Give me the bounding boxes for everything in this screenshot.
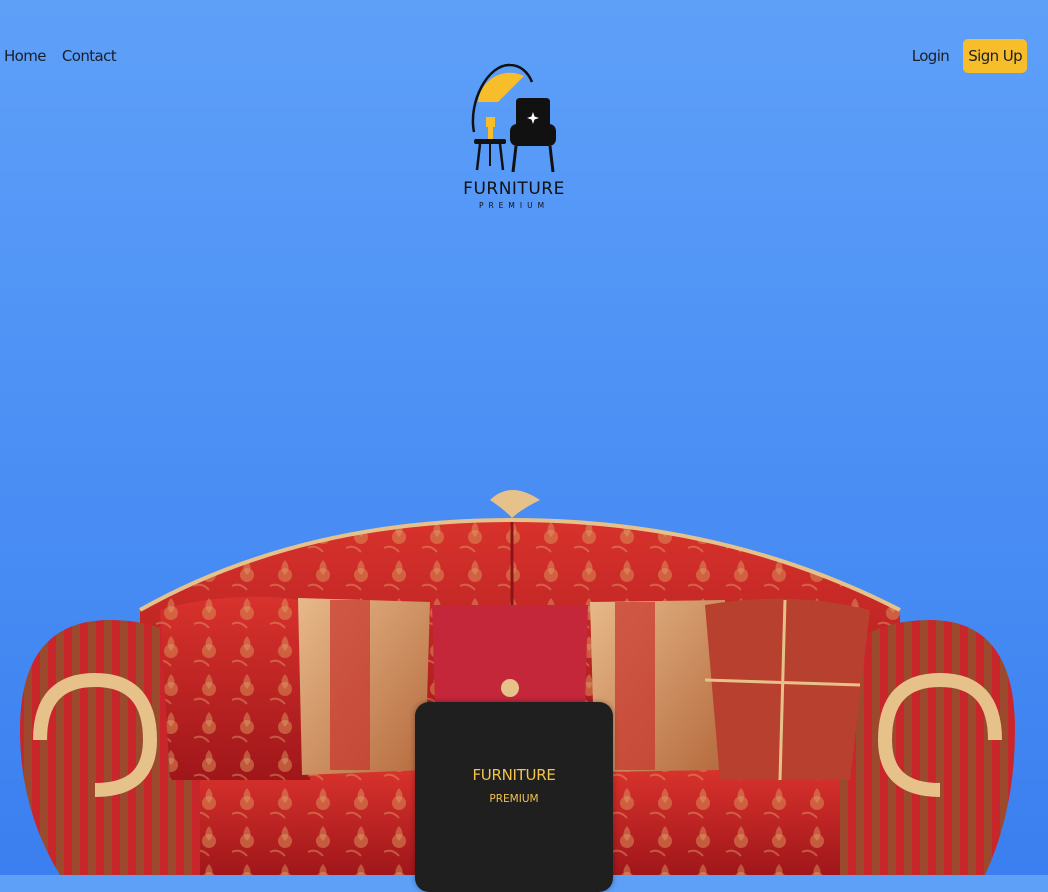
- signup-button[interactable]: Sign Up: [963, 39, 1027, 73]
- nav-contact-link[interactable]: Contact: [62, 46, 117, 66]
- hero-card: FURNITURE PREMIUM: [415, 702, 613, 892]
- brand-logo[interactable]: FURNITURE PREMIUM: [458, 62, 570, 214]
- armchair-lamp-logo-icon: [471, 63, 556, 173]
- primary-nav: Home Contact: [4, 46, 117, 66]
- login-link[interactable]: Login: [912, 46, 950, 66]
- card-subtitle: PREMIUM: [489, 793, 539, 805]
- logo-subtitle: PREMIUM: [478, 201, 550, 210]
- nav-home-link[interactable]: Home: [4, 46, 47, 66]
- auth-nav: Login Sign Up: [912, 39, 1027, 73]
- logo-title: FURNITURE: [463, 179, 565, 199]
- card-title: FURNITURE: [472, 766, 556, 784]
